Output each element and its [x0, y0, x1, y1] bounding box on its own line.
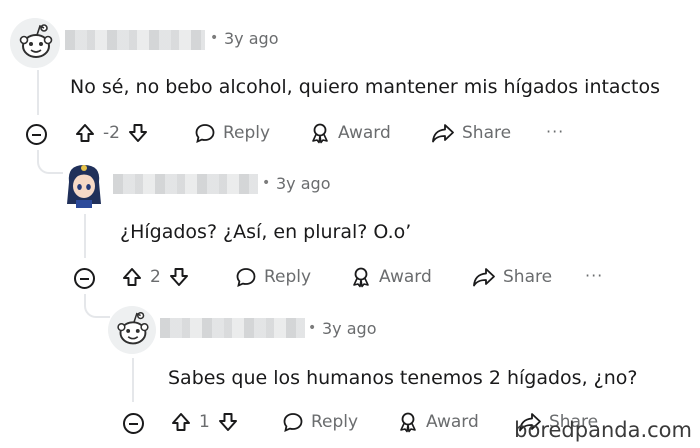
thread-line — [37, 70, 39, 115]
downvote-icon[interactable] — [217, 411, 239, 433]
vote-count: 2 — [150, 267, 161, 287]
collapse-thread-button[interactable] — [74, 268, 95, 289]
award-button[interactable]: Award — [350, 266, 432, 288]
reply-label: Reply — [311, 412, 359, 432]
speech-bubble-icon — [235, 266, 257, 288]
username-blurred[interactable] — [113, 174, 258, 194]
share-label: Share — [503, 267, 553, 287]
thread-curve — [37, 150, 63, 174]
vote-controls: -2 — [74, 122, 149, 144]
share-label: Share — [462, 123, 512, 143]
thread-line — [84, 214, 86, 258]
snoo-avatar-icon[interactable] — [10, 18, 60, 68]
comment-text: ¿Hígados? ¿Así, en plural? O.o’ — [120, 221, 412, 243]
upvote-icon[interactable] — [170, 411, 192, 433]
award-label: Award — [338, 123, 391, 143]
comment-text: Sabes que los humanos tenemos 2 hígados,… — [168, 367, 638, 389]
timestamp[interactable]: 3y ago — [224, 29, 278, 48]
award-icon — [397, 411, 419, 433]
more-options-button[interactable]: ··· — [546, 122, 564, 141]
thread-line — [132, 358, 134, 402]
downvote-icon[interactable] — [168, 266, 190, 288]
vote-count: -2 — [103, 123, 120, 143]
reply-label: Reply — [223, 123, 271, 143]
speech-bubble-icon — [282, 411, 304, 433]
thread-curve — [84, 294, 110, 318]
timestamp[interactable]: 3y ago — [322, 319, 376, 338]
reply-button[interactable]: Reply — [194, 122, 270, 144]
comment-text: No sé, no bebo alcohol, quiero mantener … — [70, 76, 660, 98]
watermark: boredpanda.com — [514, 418, 692, 442]
upvote-icon[interactable] — [74, 122, 96, 144]
reply-button[interactable]: Reply — [235, 266, 311, 288]
share-arrow-icon — [431, 122, 455, 144]
award-label: Award — [379, 267, 432, 287]
reply-button[interactable]: Reply — [282, 411, 358, 433]
vote-controls: 1 — [170, 411, 239, 433]
reply-label: Reply — [264, 267, 312, 287]
meta-dot: • — [308, 320, 317, 336]
snoo-avatar-icon[interactable] — [108, 306, 156, 354]
award-button[interactable]: Award — [309, 122, 391, 144]
award-icon — [309, 122, 331, 144]
award-label: Award — [426, 412, 479, 432]
vote-count: 1 — [199, 412, 210, 432]
vote-controls: 2 — [121, 266, 190, 288]
collapse-thread-button[interactable] — [26, 124, 47, 145]
award-icon — [350, 266, 372, 288]
meta-dot: • — [210, 30, 219, 46]
more-options-button[interactable]: ··· — [585, 266, 603, 285]
share-arrow-icon — [472, 266, 496, 288]
collapse-thread-button[interactable] — [123, 413, 144, 434]
meta-dot: • — [262, 175, 271, 191]
share-button[interactable]: Share — [431, 122, 511, 144]
username-blurred[interactable] — [65, 30, 205, 50]
timestamp[interactable]: 3y ago — [276, 174, 330, 193]
speech-bubble-icon — [194, 122, 216, 144]
award-button[interactable]: Award — [397, 411, 479, 433]
share-button[interactable]: Share — [472, 266, 552, 288]
downvote-icon[interactable] — [127, 122, 149, 144]
upvote-icon[interactable] — [121, 266, 143, 288]
anime-avatar-icon[interactable] — [61, 160, 107, 210]
username-blurred[interactable] — [160, 318, 305, 338]
